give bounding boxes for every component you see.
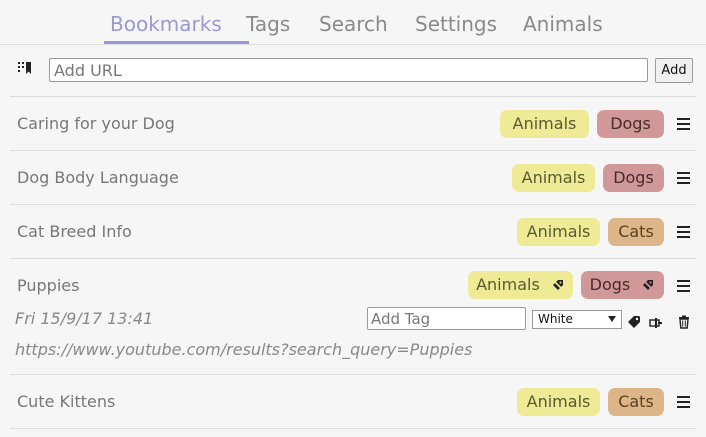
tab-tags[interactable]: Tags [246, 11, 290, 37]
tag-label: Dogs [589, 275, 631, 294]
menu-icon[interactable] [677, 280, 690, 292]
add-url-row: Add [0, 55, 706, 87]
tag-icon[interactable] [627, 314, 641, 328]
tag-chip[interactable]: Animals [517, 388, 600, 416]
tag-chip-removable[interactable]: Dogs [581, 271, 664, 299]
separator [10, 374, 696, 375]
tab-bookmarks[interactable]: Bookmarks [110, 11, 222, 37]
tab-settings[interactable]: Settings [415, 11, 497, 37]
menu-icon[interactable] [677, 396, 690, 408]
tag-chip-removable[interactable]: Animals [468, 271, 573, 299]
tab-animals[interactable]: Animals [523, 11, 603, 37]
menu-icon[interactable] [677, 226, 690, 238]
tab-search[interactable]: Search [319, 11, 388, 37]
tag-chip[interactable]: Animals [512, 164, 595, 192]
tab-bar: Bookmarks Tags Search Settings Animals [0, 0, 706, 45]
bookmark-title[interactable]: Caring for your Dog [17, 114, 175, 133]
tag-chip[interactable]: Animals [517, 218, 600, 246]
color-selected-value: White [538, 312, 573, 326]
tag-chip[interactable]: Dogs [603, 164, 664, 192]
bookmark-title[interactable]: Puppies [17, 276, 79, 295]
edit-icon[interactable] [649, 315, 663, 329]
tag-color-select[interactable]: White [532, 310, 622, 329]
bookmark-title[interactable]: Cat Breed Info [17, 222, 132, 241]
tag-label: Animals [476, 275, 540, 294]
bookmark-date: Fri 15/9/17 13:41 [15, 309, 154, 328]
separator [10, 150, 696, 151]
tag-chip[interactable]: Animals [500, 110, 589, 138]
tag-chip[interactable]: Cats [608, 218, 664, 246]
menu-icon[interactable] [677, 118, 690, 130]
tag-chip[interactable]: Cats [608, 388, 664, 416]
add-url-button[interactable]: Add [655, 58, 693, 83]
separator [10, 258, 696, 259]
url-input[interactable] [49, 58, 648, 82]
tag-remove-icon[interactable] [641, 273, 655, 291]
bookmark-url[interactable]: https://www.youtube.com/results?search_q… [15, 340, 472, 359]
separator [10, 96, 696, 97]
chevron-down-icon [608, 316, 616, 322]
trash-icon[interactable] [677, 314, 691, 329]
tag-chip[interactable]: Dogs [597, 110, 664, 138]
tag-remove-icon[interactable] [551, 273, 565, 291]
separator [10, 428, 696, 429]
menu-icon[interactable] [677, 172, 690, 184]
add-tag-input[interactable] [367, 307, 526, 330]
separator [10, 204, 696, 205]
bookmark-title[interactable]: Cute Kittens [17, 392, 115, 411]
active-tab-indicator [104, 41, 249, 44]
bookmark-icon [17, 61, 35, 77]
bookmark-title[interactable]: Dog Body Language [17, 168, 179, 187]
